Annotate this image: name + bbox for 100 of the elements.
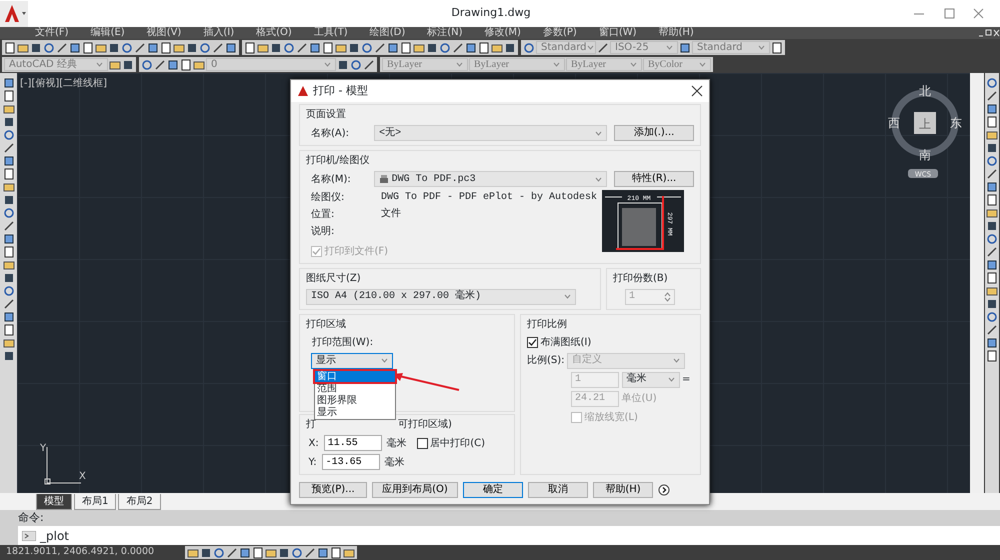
layout-tab[interactable]: 模型 xyxy=(36,494,72,510)
tool-icon[interactable] xyxy=(2,298,14,310)
tool-icon[interactable] xyxy=(122,58,134,70)
tool-icon[interactable] xyxy=(426,42,438,54)
tool-icon[interactable] xyxy=(2,142,14,154)
tool-icon[interactable] xyxy=(317,546,329,558)
menu-item[interactable]: 参数(P) xyxy=(532,27,588,39)
tool-icon[interactable] xyxy=(2,337,14,349)
dropdown-caret-icon[interactable] xyxy=(594,176,602,182)
menu-item[interactable]: 插入(I) xyxy=(192,27,246,39)
tool-icon[interactable] xyxy=(108,42,120,54)
application-logo-icon[interactable] xyxy=(0,0,28,26)
document-window-controls-icon[interactable] xyxy=(978,28,1000,38)
dropdown-option[interactable]: 窗口 xyxy=(315,370,395,382)
tool-icon[interactable] xyxy=(986,194,998,206)
tool-icon[interactable] xyxy=(2,181,14,193)
dropdown-option[interactable]: 显示 xyxy=(315,406,395,418)
tool-icon[interactable] xyxy=(986,259,998,271)
checkbox[interactable] xyxy=(416,438,428,448)
tool-icon[interactable] xyxy=(597,42,609,54)
tool-icon[interactable] xyxy=(986,129,998,141)
tool-icon[interactable] xyxy=(2,116,14,128)
dropdown-caret-icon[interactable] xyxy=(564,294,571,299)
tool-icon[interactable] xyxy=(986,116,998,128)
tool-icon[interactable] xyxy=(154,58,166,70)
tool-icon[interactable] xyxy=(270,42,282,54)
tool-icon[interactable] xyxy=(212,42,224,54)
tool-icon[interactable] xyxy=(986,350,998,362)
dialog-button[interactable]: 取消 xyxy=(528,482,588,498)
dialog-button[interactable]: 确定 xyxy=(463,482,523,498)
tool-icon[interactable] xyxy=(986,142,998,154)
tool-icon[interactable] xyxy=(244,42,256,54)
tool-icon[interactable] xyxy=(2,311,14,323)
tool-icon[interactable] xyxy=(2,272,14,284)
tool-icon[interactable] xyxy=(504,42,516,54)
plot-range-combo[interactable]: 显示 xyxy=(311,352,393,368)
tool-icon[interactable] xyxy=(309,42,321,54)
close-icon[interactable] xyxy=(691,85,703,97)
tool-icon[interactable] xyxy=(134,42,146,54)
dropdown-caret-icon[interactable] xyxy=(668,377,674,382)
tool-icon[interactable] xyxy=(2,259,14,271)
tool-icon[interactable] xyxy=(180,58,192,70)
tool-icon[interactable] xyxy=(986,298,998,310)
tool-icon[interactable] xyxy=(337,58,349,70)
menu-item[interactable]: 窗口(W) xyxy=(588,27,648,39)
tool-icon[interactable] xyxy=(82,42,94,54)
tool-icon[interactable] xyxy=(304,546,316,558)
tool-icon[interactable] xyxy=(986,207,998,219)
printer-combo[interactable]: DWG To PDF.pc3 xyxy=(374,171,607,187)
scrollbar[interactable] xyxy=(970,73,984,493)
x-offset-field[interactable]: 11.55 xyxy=(324,435,382,451)
tool-icon[interactable] xyxy=(986,337,998,349)
dialog-button[interactable]: 预览(P)... xyxy=(299,482,367,498)
menu-item[interactable]: 绘图(D) xyxy=(358,27,416,39)
tool-icon[interactable] xyxy=(986,272,998,284)
tool-icon[interactable] xyxy=(160,42,172,54)
tool-icon[interactable] xyxy=(2,246,14,258)
tool-icon[interactable] xyxy=(348,42,360,54)
tool-icon[interactable] xyxy=(986,90,998,102)
tool-icon[interactable] xyxy=(322,42,334,54)
tool-icon[interactable] xyxy=(986,181,998,193)
dialog-button[interactable]: 帮助(H) xyxy=(593,482,653,498)
tool-icon[interactable] xyxy=(69,42,81,54)
tool-icon[interactable] xyxy=(771,42,783,54)
menu-item[interactable]: 文件(F) xyxy=(24,27,80,39)
add-button[interactable]: 添加(.)... xyxy=(614,125,694,141)
tool-icon[interactable] xyxy=(452,42,464,54)
tool-icon[interactable] xyxy=(4,42,16,54)
viewport-label[interactable]: [-][俯视][二维线框] xyxy=(20,76,108,91)
menu-item[interactable]: 视图(V) xyxy=(136,27,192,39)
tool-icon[interactable] xyxy=(226,546,238,558)
tool-icon[interactable] xyxy=(2,168,14,180)
tool-icon[interactable] xyxy=(2,233,14,245)
tool-icon[interactable] xyxy=(225,42,237,54)
menu-item[interactable]: 工具(T) xyxy=(302,27,359,39)
menu-item[interactable]: 编辑(E) xyxy=(80,27,136,39)
tool-icon[interactable] xyxy=(147,42,159,54)
tool-icon[interactable] xyxy=(478,42,490,54)
dropdown-caret-icon[interactable] xyxy=(381,358,388,363)
page-setup-combo[interactable]: <无> xyxy=(374,125,607,141)
dropdown-option[interactable]: 图形界限 xyxy=(315,394,395,406)
tool-icon[interactable] xyxy=(2,77,14,89)
tool-icon[interactable] xyxy=(278,546,290,558)
tool-icon[interactable] xyxy=(56,42,68,54)
menu-item[interactable]: 格式(O) xyxy=(245,27,303,39)
tool-icon[interactable] xyxy=(986,103,998,115)
tool-icon[interactable] xyxy=(296,42,308,54)
tool-icon[interactable] xyxy=(2,350,14,362)
tool-icon[interactable] xyxy=(465,42,477,54)
tool-icon[interactable] xyxy=(986,168,998,180)
menu-item[interactable]: 帮助(H) xyxy=(648,27,705,39)
tool-icon[interactable] xyxy=(239,546,251,558)
y-offset-field[interactable]: -13.65 xyxy=(322,454,380,470)
expand-icon[interactable] xyxy=(658,484,670,496)
tool-icon[interactable] xyxy=(330,546,342,558)
dialog-button[interactable]: 应用到布局(O) xyxy=(372,482,458,498)
tool-icon[interactable] xyxy=(387,42,399,54)
tool-icon[interactable] xyxy=(2,324,14,336)
tool-icon[interactable] xyxy=(363,58,375,70)
command-line-field[interactable]: _plot xyxy=(18,526,1000,545)
